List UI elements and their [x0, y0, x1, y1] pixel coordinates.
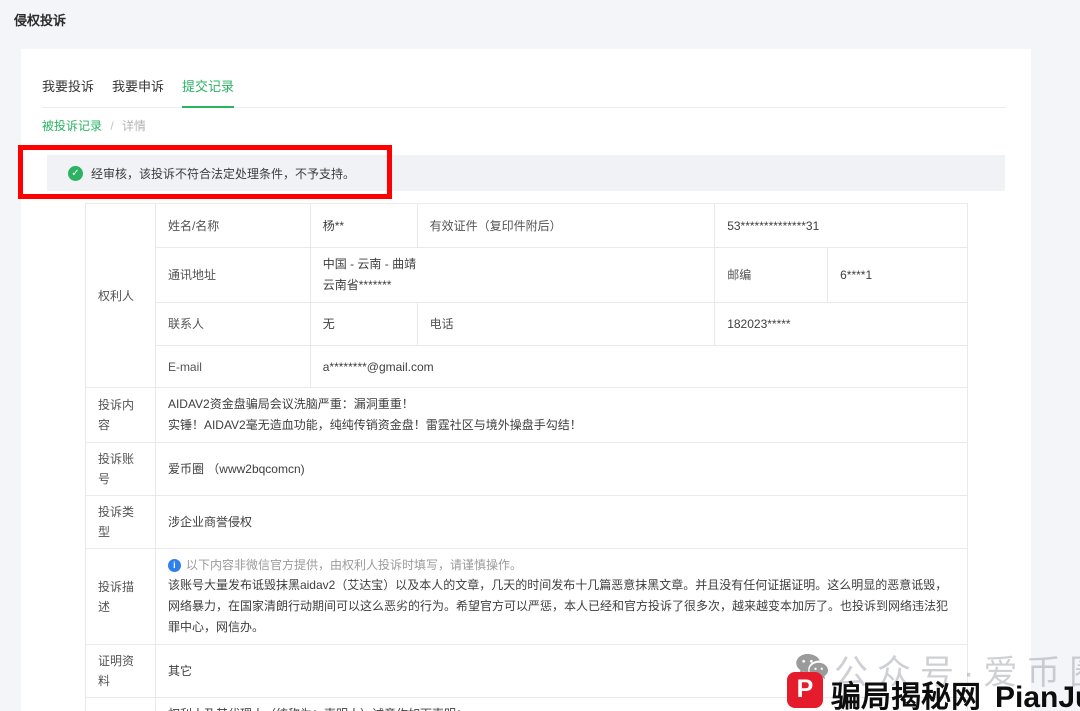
table-row: 投诉内容 AIDAV2资金盘骗局会议洗脑严重：漏洞重重！ 实锤！AIDAV2毫无…	[86, 388, 968, 443]
breadcrumb-separator: /	[110, 119, 113, 133]
description-disclaimer-text: 以下内容非微信官方提供，由权利人投诉时填写，请谨慎操作。	[186, 555, 522, 575]
email-label: E-mail	[155, 346, 310, 388]
tab-make-complaint[interactable]: 我要投诉	[42, 76, 94, 107]
table-row: 联系人 无 电话 182023*****	[86, 303, 968, 346]
breadcrumb: 被投诉记录 / 详情	[42, 117, 146, 134]
info-icon: i	[168, 559, 181, 572]
email-value: a********@gmail.com	[310, 346, 967, 388]
complaint-account-value: 爱币圈 （www2bqcomcn)	[155, 443, 967, 496]
breadcrumb-complained-records-link[interactable]: 被投诉记录	[42, 119, 102, 133]
evidence-label: 证明资料	[86, 645, 156, 698]
tab-make-appeal[interactable]: 我要申诉	[112, 76, 164, 107]
postcode-label: 邮编	[715, 248, 828, 303]
id-document-value: 53**************31	[715, 204, 968, 248]
complaint-description-value: i 以下内容非微信官方提供，由权利人投诉时填写，请谨慎操作。 该账号大量发布诋毁…	[155, 549, 967, 645]
contact-value: 无	[310, 303, 417, 346]
content-card: 我要投诉 我要申诉 提交记录 被投诉记录 / 详情 ✓ 经审核，该投诉不符合法定…	[21, 49, 1031, 711]
name-value: 杨**	[310, 204, 417, 248]
table-row: 通讯地址 中国 - 云南 - 曲靖 云南省******* 邮编 6****1	[86, 248, 968, 303]
tab-bar: 我要投诉 我要申诉 提交记录	[42, 76, 1006, 108]
complaint-content-line1: AIDAV2资金盘骗局会议洗脑严重：漏洞重重！	[168, 394, 955, 415]
review-result-notice: ✓ 经审核，该投诉不符合法定处理条件，不予支持。	[47, 155, 1005, 191]
complaint-detail-table: 权利人 姓名/名称 杨** 有效证件（复印件附后） 53************…	[85, 203, 968, 711]
page-title: 侵权投诉	[14, 10, 66, 29]
pianju-logo-icon: P	[787, 672, 823, 708]
description-disclaimer: i 以下内容非微信官方提供，由权利人投诉时填写，请谨慎操作。	[168, 555, 955, 575]
table-row: 权利人 姓名/名称 杨** 有效证件（复印件附后） 53************…	[86, 204, 968, 248]
watermark-domain: PianJu.Top	[995, 681, 1080, 711]
complaint-type-value: 涉企业商誉侵权	[155, 496, 967, 549]
declaration-label: 保证声明	[86, 698, 156, 711]
name-label: 姓名/名称	[155, 204, 310, 248]
check-circle-icon: ✓	[68, 166, 83, 181]
complaint-description-label: 投诉描述	[86, 549, 156, 645]
id-document-label: 有效证件（复印件附后）	[417, 204, 715, 248]
rights-holder-group-label: 权利人	[86, 204, 156, 388]
complaint-type-label: 投诉类型	[86, 496, 156, 549]
table-row: 投诉类型 涉企业商誉侵权	[86, 496, 968, 549]
complaint-content-value: AIDAV2资金盘骗局会议洗脑严重：漏洞重重！ 实锤！AIDAV2毫无造血功能，…	[155, 388, 967, 443]
table-row: E-mail a********@gmail.com	[86, 346, 968, 388]
complaint-account-label: 投诉账号	[86, 443, 156, 496]
postcode-value: 6****1	[828, 248, 968, 303]
watermark-site: 骗局揭秘网 PianJu.Top	[831, 672, 1080, 711]
phone-value: 182023*****	[715, 303, 968, 346]
tab-submission-records[interactable]: 提交记录	[182, 76, 234, 108]
phone-label: 电话	[417, 303, 715, 346]
complaint-content-label: 投诉内容	[86, 388, 156, 443]
table-row: 投诉描述 i 以下内容非微信官方提供，由权利人投诉时填写，请谨慎操作。 该账号大…	[86, 549, 968, 645]
complaint-content-line2: 实锤！AIDAV2毫无造血功能，纯纯传销资金盘！雷霆社区与境外操盘手勾结！	[168, 415, 955, 436]
review-result-text: 经审核，该投诉不符合法定处理条件，不予支持。	[91, 165, 355, 182]
address-label: 通讯地址	[155, 248, 310, 303]
table-row: 投诉账号 爱币圈 （www2bqcomcn)	[86, 443, 968, 496]
address-line1: 中国 - 云南 - 曲靖	[323, 254, 702, 275]
address-value: 中国 - 云南 - 曲靖 云南省*******	[310, 248, 714, 303]
address-line2: 云南省*******	[323, 275, 702, 296]
contact-label: 联系人	[155, 303, 310, 346]
description-text: 该账号大量发布诋毁抹黑aidav2（艾达宝）以及本人的文章，几天的时间发布十几篇…	[168, 575, 955, 638]
watermark-site-name: 骗局揭秘网	[831, 681, 981, 711]
breadcrumb-current: 详情	[122, 119, 146, 133]
